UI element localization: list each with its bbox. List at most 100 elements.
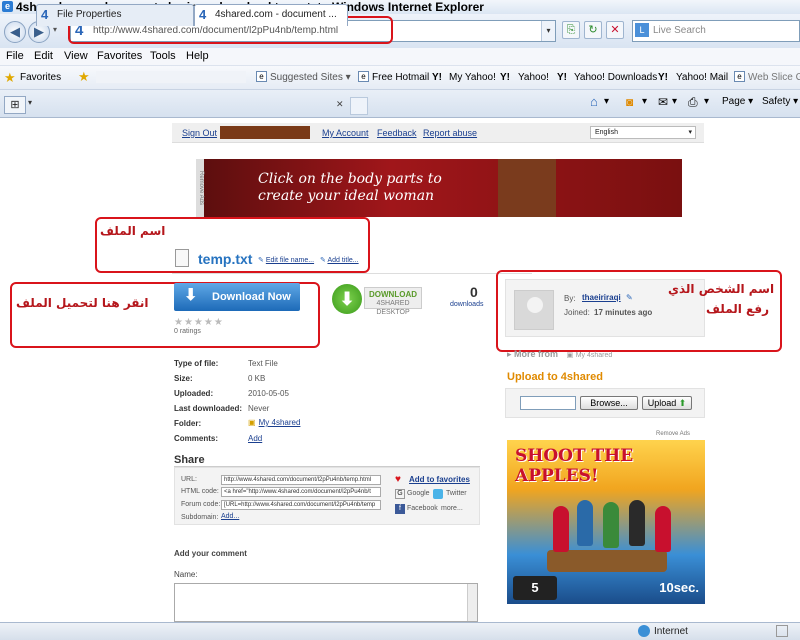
edit-name-area: ✎ Edit file name... ✎ Add title...: [258, 256, 359, 264]
download-4shared-desktop-button[interactable]: ⬇ DOWNLOAD 4SHARED DESKTOP: [332, 284, 422, 316]
download4-label: DOWNLOAD 4SHARED DESKTOP: [364, 287, 422, 316]
browse-button[interactable]: Browse...: [580, 396, 638, 410]
share-facebook-link[interactable]: Facebook: [407, 505, 438, 512]
detail-value: Text File: [248, 359, 278, 368]
add-comment-link[interactable]: Add: [248, 434, 262, 443]
remove-ads-label[interactable]: Remove Ads: [196, 159, 204, 217]
yahoo-icon: Y!: [500, 72, 510, 83]
tab-bar: [0, 90, 800, 118]
upload-title: Upload to 4shared: [507, 371, 603, 383]
fav-yahoo-mail[interactable]: Yahoo! Mail: [676, 72, 728, 83]
fav-free-hotmail[interactable]: Free Hotmail: [372, 72, 429, 83]
print-icon[interactable]: ⎙: [688, 95, 698, 110]
downloads-label: downloads: [450, 301, 484, 308]
hotmail-icon: e: [358, 71, 369, 82]
add-to-favorites-link[interactable]: Add to favorites: [409, 475, 470, 484]
page-menu[interactable]: Page ▾: [722, 96, 753, 107]
tab-4shared-document[interactable]: 4 4shared.com - document ...: [194, 4, 348, 26]
history-dropdown-icon[interactable]: ▾: [53, 25, 57, 34]
status-zone: Internet: [654, 626, 688, 637]
close-tab-icon[interactable]: ✕: [336, 99, 344, 110]
fav-my-yahoo[interactable]: My Yahoo!: [449, 72, 496, 83]
edit-file-name-link[interactable]: Edit file name...: [266, 257, 314, 264]
menu-favorites[interactable]: Favorites: [97, 50, 142, 62]
mail-icon[interactable]: ✉: [658, 95, 668, 109]
tab-file-properties[interactable]: 4 File Properties: [36, 4, 194, 26]
fav-yahoo[interactable]: Yahoo!: [518, 72, 549, 83]
home-icon[interactable]: ⌂: [590, 94, 598, 109]
add-title-link[interactable]: Add title...: [327, 257, 358, 264]
file-path-input[interactable]: [520, 396, 576, 410]
blurred-area: [96, 71, 246, 83]
banner-image: [498, 159, 556, 217]
fav-yahoo-downloads[interactable]: Yahoo! Downloads: [574, 72, 657, 83]
download-now-button[interactable]: ⬇ Download Now: [174, 283, 300, 311]
address-dropdown-icon[interactable]: ▾: [541, 21, 555, 41]
pencil-icon: ✎: [258, 257, 264, 264]
redacted-username: [220, 126, 310, 139]
fav-suggested-sites[interactable]: Suggested Sites ▾: [270, 72, 351, 83]
detail-label: Comments:: [174, 434, 219, 443]
report-abuse-link[interactable]: Report abuse: [423, 128, 477, 138]
safety-menu[interactable]: Safety ▾: [762, 96, 798, 107]
more-from-folder[interactable]: My 4shared: [576, 352, 613, 359]
menu-help[interactable]: Help: [186, 50, 209, 62]
search-box[interactable]: L Live Search: [632, 20, 800, 42]
back-button[interactable]: ◀: [4, 21, 26, 43]
more-from-label: More from: [514, 349, 559, 359]
comment-textarea[interactable]: [174, 583, 478, 622]
name-label: Name:: [174, 570, 198, 579]
share-google-link[interactable]: Google: [407, 490, 430, 497]
my-account-link[interactable]: My Account: [322, 128, 369, 138]
suggested-sites-icon: e: [256, 71, 267, 82]
annotation-filename-text: اسم الملف: [100, 224, 166, 238]
tab-list-icon[interactable]: ▾: [28, 98, 32, 107]
share-twitter-link[interactable]: Twitter: [446, 490, 467, 497]
mail-dropdown-icon[interactable]: ▾: [672, 96, 677, 107]
detail-value: 0 KB: [248, 374, 266, 383]
new-tab-button[interactable]: [350, 97, 368, 115]
tab-label: 4shared.com - document ...: [215, 9, 337, 20]
menu-view[interactable]: View: [64, 50, 88, 62]
home-dropdown-icon[interactable]: ▾: [604, 96, 609, 107]
internet-zone-icon: [638, 625, 650, 637]
game-ad[interactable]: SHOOT THE APPLES! 5 10sec.: [507, 440, 705, 604]
print-dropdown-icon[interactable]: ▾: [704, 96, 709, 107]
search-placeholder: Live Search: [653, 25, 706, 36]
add-favorite-icon[interactable]: ★: [78, 69, 90, 85]
more-from-row: ▸ More from ▣ My 4shared: [507, 349, 612, 360]
favorites-button[interactable]: Favorites: [20, 72, 61, 83]
detail-label: Size:: [174, 374, 193, 383]
upload-button[interactable]: Upload ⬆: [642, 396, 692, 410]
quick-tabs-icon[interactable]: ⊞: [4, 96, 26, 114]
share-forum-field[interactable]: [URL=http://www.4shared.com/document/l2p…: [221, 500, 381, 510]
status-bar: Internet: [0, 622, 800, 640]
rating-stars[interactable]: ★★★★★: [174, 317, 224, 328]
signout-link[interactable]: Sign Out: [182, 128, 217, 138]
menu-edit[interactable]: Edit: [34, 50, 53, 62]
ad-banner[interactable]: Remove Ads Click on the body parts to cr…: [196, 159, 682, 217]
share-url-field[interactable]: http://www.4shared.com/document/l2pPu4nb…: [221, 475, 381, 485]
favorites-star-icon: ★: [4, 70, 16, 85]
share-more-link[interactable]: more...: [441, 505, 463, 512]
compatibility-icon[interactable]: ⎘: [562, 21, 580, 39]
stop-icon[interactable]: ✕: [606, 21, 624, 39]
folder-link[interactable]: My 4shared: [259, 418, 301, 427]
menu-tools[interactable]: Tools: [150, 50, 176, 62]
language-select[interactable]: English ▾: [590, 126, 696, 139]
web-slice-icon: e: [734, 71, 745, 82]
feedback-link[interactable]: Feedback: [377, 128, 417, 138]
feeds-dropdown-icon[interactable]: ▾: [642, 96, 647, 107]
refresh-icon[interactable]: ↻: [584, 21, 602, 39]
menu-file[interactable]: File: [6, 50, 24, 62]
upload-label: Upload: [647, 398, 677, 408]
share-html-field[interactable]: <a href="http://www.4shared.com/document…: [221, 487, 381, 497]
share-box: URL: http://www.4shared.com/document/l2p…: [174, 467, 480, 525]
fav-web-slice[interactable]: Web Slice Ga: [748, 72, 800, 83]
feeds-icon[interactable]: ◙: [626, 95, 633, 109]
scrollbar[interactable]: [467, 584, 477, 621]
zoom-icon[interactable]: [776, 625, 788, 637]
subdomain-add-link[interactable]: Add...: [221, 513, 239, 520]
remove-ads-link[interactable]: Remove Ads: [656, 431, 690, 437]
pirate-image: [629, 500, 645, 546]
